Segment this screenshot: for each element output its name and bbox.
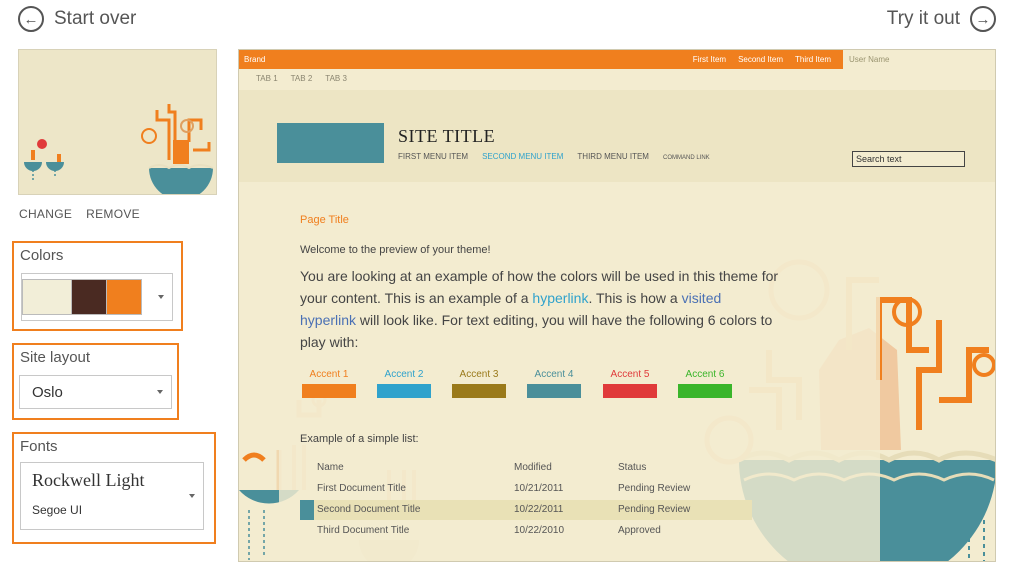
color-swatch-1 — [22, 279, 72, 315]
paragraph-text-2: . This is how a — [588, 290, 682, 306]
theme-preview: Brand First Item Second Item Third Item … — [238, 49, 996, 562]
command-link[interactable]: COMMAND LINK — [663, 155, 710, 161]
change-background-link[interactable]: CHANGE — [19, 207, 72, 221]
background-image-thumbnail — [18, 49, 217, 195]
octopus-illustration-icon — [24, 104, 214, 194]
preview-tabs: TAB 1 TAB 2 TAB 3 — [256, 74, 347, 83]
forward-arrow-icon: → — [970, 6, 996, 32]
accent-4: Accent 4 — [527, 369, 581, 398]
body-font-name: Segoe UI — [32, 503, 83, 517]
chevron-down-icon — [189, 494, 195, 498]
start-over-label: Start over — [54, 8, 137, 29]
list-item[interactable]: Third Document Title 10/22/2010 Approved — [300, 521, 752, 541]
welcome-text: Welcome to the preview of your theme! — [300, 244, 491, 256]
search-box[interactable]: Search text — [852, 151, 965, 167]
document-modified: 10/22/2011 — [514, 504, 564, 515]
accent-4-bar — [527, 384, 581, 398]
brand-link[interactable]: Brand — [244, 55, 265, 64]
column-header-modified[interactable]: Modified — [514, 462, 552, 473]
document-status: Approved — [618, 525, 661, 536]
accent-6: Accent 6 — [678, 369, 732, 398]
chevron-down-icon — [158, 295, 164, 299]
accent-3-label: Accent 3 — [459, 369, 499, 380]
document-modified: 10/22/2010 — [514, 525, 565, 536]
document-name[interactable]: Third Document Title — [317, 525, 409, 536]
tab-3[interactable]: TAB 3 — [325, 74, 347, 83]
accent-6-bar — [678, 384, 732, 398]
suite-nav-item-first[interactable]: First Item — [693, 55, 726, 64]
document-modified: 10/21/2011 — [514, 483, 564, 494]
suite-nav: First Item Second Item Third Item — [693, 55, 831, 64]
tab-2[interactable]: TAB 2 — [291, 74, 313, 83]
column-header-status[interactable]: Status — [618, 462, 646, 473]
tab-1[interactable]: TAB 1 — [256, 74, 278, 83]
menu-item-first[interactable]: FIRST MENU ITEM — [398, 152, 468, 161]
accent-2: Accent 2 — [377, 369, 431, 398]
site-logo[interactable] — [277, 123, 384, 163]
paragraph-text-3: will look like. For text editing, you wi… — [300, 312, 773, 350]
start-over-button[interactable]: ← Start over — [18, 6, 136, 32]
background-actions: CHANGE REMOVE — [19, 207, 140, 221]
page-title: Page Title — [300, 214, 349, 226]
try-it-out-button[interactable]: Try it out → — [887, 6, 996, 32]
fonts-label: Fonts — [20, 438, 58, 455]
site-layout-dropdown[interactable]: Oslo — [19, 375, 172, 409]
font-scheme-dropdown[interactable]: Rockwell Light Segoe UI — [20, 462, 204, 530]
menu-item-second[interactable]: SECOND MENU ITEM — [482, 152, 563, 161]
document-name[interactable]: Second Document Title — [317, 504, 420, 515]
color-swatch-2 — [71, 279, 107, 315]
colors-panel: Colors — [12, 241, 183, 331]
document-status: Pending Review — [618, 483, 691, 494]
site-layout-label: Site layout — [20, 349, 91, 366]
accent-1-bar — [302, 384, 356, 398]
remove-background-link[interactable]: REMOVE — [86, 207, 140, 221]
accent-3: Accent 3 — [452, 369, 506, 398]
accent-2-bar — [377, 384, 431, 398]
site-layout-value: Oslo — [32, 384, 63, 401]
accent-1-label: Accent 1 — [309, 369, 349, 380]
hyperlink-sample[interactable]: hyperlink — [532, 290, 588, 306]
list-item-selected[interactable]: Second Document Title 10/22/2011 Pending… — [300, 500, 752, 520]
site-title: SITE TITLE — [398, 126, 496, 146]
body-paragraph: You are looking at an example of how the… — [300, 265, 780, 353]
accent-6-label: Accent 6 — [685, 369, 725, 380]
suite-bar: Brand First Item Second Item Third Item — [239, 50, 843, 69]
document-name[interactable]: First Document Title — [317, 483, 406, 494]
accent-4-label: Accent 4 — [534, 369, 574, 380]
site-menu: FIRST MENU ITEM SECOND MENU ITEM THIRD M… — [398, 152, 710, 161]
column-header-name[interactable]: Name — [317, 462, 344, 473]
accent-5: Accent 5 — [603, 369, 657, 398]
fonts-panel: Fonts Rockwell Light Segoe UI — [12, 432, 216, 544]
list-header-row: Name Modified Status — [300, 458, 752, 478]
color-swatch-3 — [106, 279, 142, 315]
selection-marker — [300, 500, 314, 520]
site-layout-panel: Site layout Oslo — [12, 343, 179, 420]
document-status: Pending Review — [618, 504, 691, 515]
user-name-link[interactable]: User Name — [849, 55, 889, 64]
colors-label: Colors — [20, 247, 64, 264]
accent-5-bar — [603, 384, 657, 398]
heading-font-name: Rockwell Light — [32, 470, 145, 490]
menu-item-third[interactable]: THIRD MENU ITEM — [577, 152, 649, 161]
try-it-out-label: Try it out — [886, 8, 960, 29]
accent-5-label: Accent 5 — [610, 369, 650, 380]
accent-3-bar — [452, 384, 506, 398]
accent-2-label: Accent 2 — [384, 369, 424, 380]
color-scheme-dropdown[interactable] — [21, 273, 173, 321]
list-item[interactable]: First Document Title 10/21/2011 Pending … — [300, 479, 752, 499]
accent-1: Accent 1 — [302, 369, 356, 398]
list-title: Example of a simple list: — [300, 433, 419, 445]
suite-nav-item-third[interactable]: Third Item — [795, 55, 831, 64]
back-arrow-icon: ← — [18, 6, 44, 32]
suite-nav-item-second[interactable]: Second Item — [738, 55, 783, 64]
chevron-down-icon — [157, 390, 163, 394]
